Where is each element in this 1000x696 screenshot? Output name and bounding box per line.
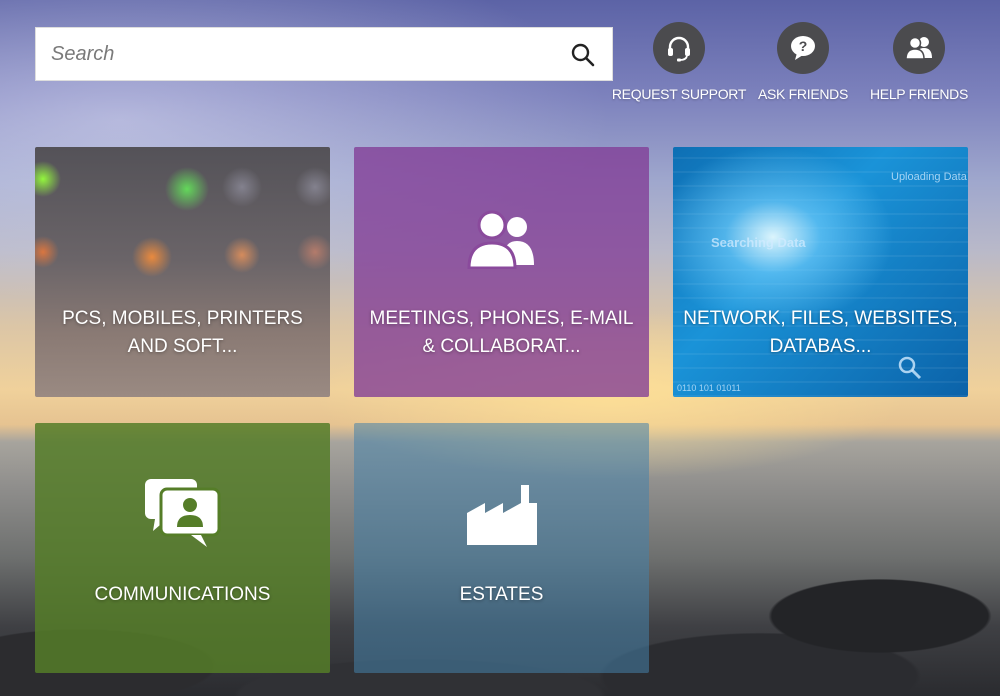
tile-label: COMMUNICATIONS [94, 584, 271, 605]
svg-text:?: ? [799, 38, 808, 54]
tile-meetings-phones-email[interactable]: MEETINGS, PHONES, E-MAIL & COLLABORAT... [354, 147, 649, 397]
tile-pcs-mobiles-printers[interactable]: PCS, MOBILES, PRINTERS AND SOFT... [35, 147, 330, 397]
image-caption: Searching Data [711, 235, 806, 250]
chat-user-icon [35, 475, 330, 549]
image-caption: 0110 101 01011 [677, 383, 741, 393]
tile-communications[interactable]: COMMUNICATIONS [35, 423, 330, 673]
help-friends-button[interactable]: HELP FRIENDS [844, 22, 994, 102]
search-input[interactable] [36, 28, 556, 80]
tile-network-files-websites[interactable]: Searching Data Uploading Data 0110 101 0… [673, 147, 968, 397]
users-icon [893, 22, 945, 74]
headset-icon [653, 22, 705, 74]
users-icon [354, 207, 649, 269]
search-bar [35, 27, 613, 81]
search-icon[interactable] [570, 42, 596, 68]
tile-estates[interactable]: ESTATES [354, 423, 649, 673]
tile-label: MEETINGS, PHONES, E-MAIL & COLLABORAT... [369, 308, 634, 357]
help-friends-label: HELP FRIENDS [869, 86, 969, 102]
factory-icon [354, 483, 649, 545]
tile-label: NETWORK, FILES, WEBSITES, DATABAS... [683, 308, 958, 357]
question-bubble-icon: ? [777, 22, 829, 74]
tile-label: ESTATES [459, 584, 544, 605]
tile-label: PCS, MOBILES, PRINTERS AND SOFT... [62, 308, 303, 357]
image-caption: Uploading Data [891, 171, 967, 183]
